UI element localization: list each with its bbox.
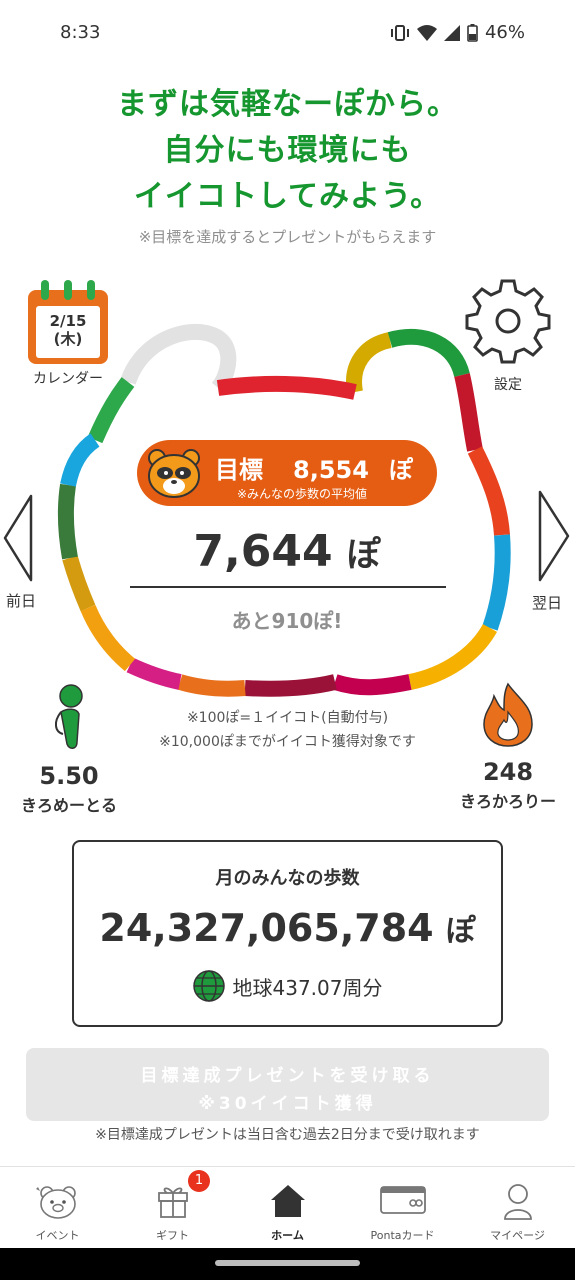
- tab-home[interactable]: ホーム: [230, 1167, 345, 1248]
- bottom-tab-bar: イベント ギフト ホーム Pontaカード マイページ: [0, 1166, 575, 1248]
- goal-unit: ぽ: [388, 456, 413, 484]
- gift-icon: [157, 1187, 188, 1218]
- step-count-value: 7,644: [193, 526, 333, 577]
- distance-value: 5.50: [39, 762, 99, 790]
- vibrate-icon: [390, 24, 410, 42]
- bear-icon: [35, 1186, 76, 1219]
- battery-icon: [467, 23, 478, 42]
- goal-value-row: 目標 8,554 ぽ: [215, 450, 413, 485]
- prev-day-label[interactable]: 前日: [6, 590, 36, 611]
- chevron-left-icon: [3, 494, 33, 582]
- home-icon: [270, 1185, 305, 1217]
- status-icons: 46%: [390, 22, 525, 43]
- wifi-icon: [416, 24, 437, 41]
- headline-line3: イイコトしてみよう。: [133, 179, 442, 214]
- tab-home-label: ホーム: [271, 1229, 304, 1242]
- monthly-steps-value-row: 24,327,065,784 ぽ: [74, 906, 501, 950]
- calories-stat: 248 きろかろりー: [446, 682, 570, 812]
- headline: まずは気軽なーぽから。 自分にも環境にも イイコトしてみよう。: [0, 82, 575, 220]
- headline-line1: まずは気軽なーぽから。: [117, 87, 458, 122]
- next-day-label[interactable]: 翌日: [532, 592, 562, 613]
- monthly-steps-title: 月のみんなの歩数: [215, 868, 360, 889]
- earth-laps-row: 地球437.07周分: [74, 970, 501, 1002]
- tab-ponta-card-label: Pontaカード: [370, 1229, 435, 1242]
- prev-day-button[interactable]: [2, 494, 34, 586]
- person-icon: [503, 1184, 532, 1220]
- claim-present-button[interactable]: 目標達成プレゼントを受け取る ※30イイコト獲得: [26, 1048, 549, 1121]
- globe-icon: [192, 970, 225, 1002]
- tab-ponta-card[interactable]: Pontaカード: [345, 1167, 460, 1248]
- goal-badge: 目標 8,554 ぽ ※みんなの歩数の平均値: [137, 440, 437, 506]
- walking-person-icon: [55, 684, 83, 749]
- system-nav-bar: [0, 1248, 575, 1280]
- goal-label: 目標: [215, 456, 263, 484]
- step-count: 7,644 ぽ: [128, 526, 446, 577]
- goal-value: 8,554: [293, 456, 369, 484]
- flame-icon: [483, 682, 533, 747]
- steps-remaining: あと910ぽ!: [231, 609, 343, 633]
- tab-gift-label: ギフト: [156, 1229, 189, 1242]
- distance-label: きろめーとる: [20, 796, 117, 815]
- goal-subnote: ※目標を達成するとプレゼントがもらえます: [138, 228, 437, 246]
- gift-badge: 1: [188, 1170, 210, 1192]
- tab-event[interactable]: イベント: [0, 1167, 115, 1248]
- calories-value: 248: [482, 758, 534, 786]
- claim-present-label: 目標達成プレゼントを受け取る: [140, 1066, 435, 1086]
- step-divider: [130, 586, 446, 588]
- claim-present-reward: ※30イイコト獲得: [198, 1094, 377, 1114]
- tab-mypage[interactable]: マイページ: [460, 1167, 575, 1248]
- step-count-unit: ぽ: [346, 535, 381, 575]
- point-note-line2: ※10,000ぽまでがイイコト獲得対象です: [159, 734, 416, 750]
- point-note-line1: ※100ぽ=１イイコト(自動付与): [186, 710, 389, 726]
- status-time: 8:33: [60, 22, 101, 43]
- tab-event-label: イベント: [35, 1229, 80, 1242]
- monthly-steps-card: 月のみんなの歩数 24,327,065,784 ぽ 地球437.07周分: [72, 840, 503, 1027]
- tanuki-face-icon: [148, 449, 200, 498]
- next-day-button[interactable]: [537, 490, 571, 586]
- tab-mypage-label: マイページ: [490, 1229, 545, 1242]
- present-note: ※目標達成プレゼントは当日含む過去2日分まで受け取れます: [95, 1127, 480, 1143]
- tab-gift[interactable]: ギフト: [115, 1167, 230, 1248]
- calories-label: きろかろりー: [459, 792, 556, 811]
- point-note: ※100ぽ=１イイコト(自動付与) ※10,000ぽまでがイイコト獲得対象です: [140, 706, 435, 754]
- card-icon: [379, 1186, 426, 1214]
- earth-laps-text: 地球437.07周分: [232, 975, 383, 1000]
- goal-note: ※みんなの歩数の平均値: [237, 487, 368, 501]
- signal-icon: [443, 24, 460, 41]
- distance-stat: 5.50 きろめーとる: [6, 682, 132, 816]
- home-gesture-handle[interactable]: [215, 1260, 360, 1266]
- battery-percent: 46%: [484, 22, 525, 43]
- bear-progress-ring: [57, 324, 511, 697]
- headline-line2: 自分にも環境にも: [163, 133, 412, 168]
- chevron-right-icon: [538, 490, 570, 582]
- status-bar: 8:33 46%: [0, 0, 575, 66]
- monthly-steps-unit: ぽ: [445, 914, 476, 949]
- monthly-steps-value: 24,327,065,784: [99, 906, 434, 950]
